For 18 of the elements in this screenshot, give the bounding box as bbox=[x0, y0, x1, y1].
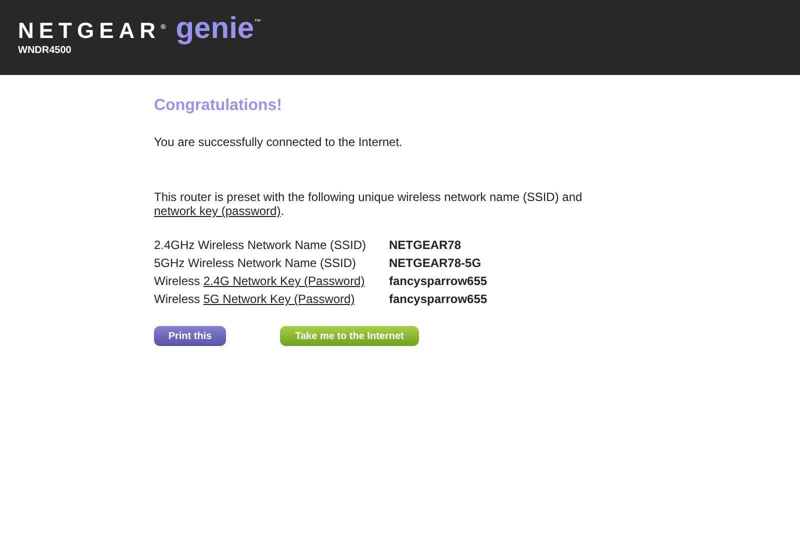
help-link[interactable]: 2.4G Network Key (Password) bbox=[203, 274, 365, 288]
field-value: fancysparrow655 bbox=[389, 292, 488, 306]
field-value: NETGEAR78 bbox=[389, 238, 462, 252]
brand-logo: NETGEAR$^{®}$ bbox=[18, 18, 166, 44]
field-label: 2.4GHz Wireless Network Name (SSID) bbox=[154, 238, 368, 252]
field-label: Wireless 5G Network Key (Password) bbox=[154, 292, 356, 306]
intro-text: This router is preset with the following unique wireless network name (SSID) and network key (password). bbox=[154, 190, 584, 218]
field-label: Wireless 2.4G Network Key (Password) bbox=[154, 274, 366, 288]
field-value: fancysparrow655 bbox=[389, 274, 488, 288]
product-logo: genie$^{™}$ bbox=[176, 12, 262, 46]
help-link[interactable]: 5G Network Key (Password) bbox=[203, 292, 355, 306]
field-label: 5GHz Wireless Network Name (SSID) bbox=[154, 256, 358, 270]
status-message: You are successfully connected to the Internet. bbox=[154, 135, 404, 149]
field-value: NETGEAR78-5G bbox=[389, 256, 482, 270]
model-name: WNDR4500 bbox=[18, 45, 72, 56]
network-key-link[interactable]: network key (password) bbox=[154, 204, 281, 218]
print-button[interactable]: Print this bbox=[154, 326, 226, 346]
page-title: Congratulations! bbox=[154, 97, 283, 115]
